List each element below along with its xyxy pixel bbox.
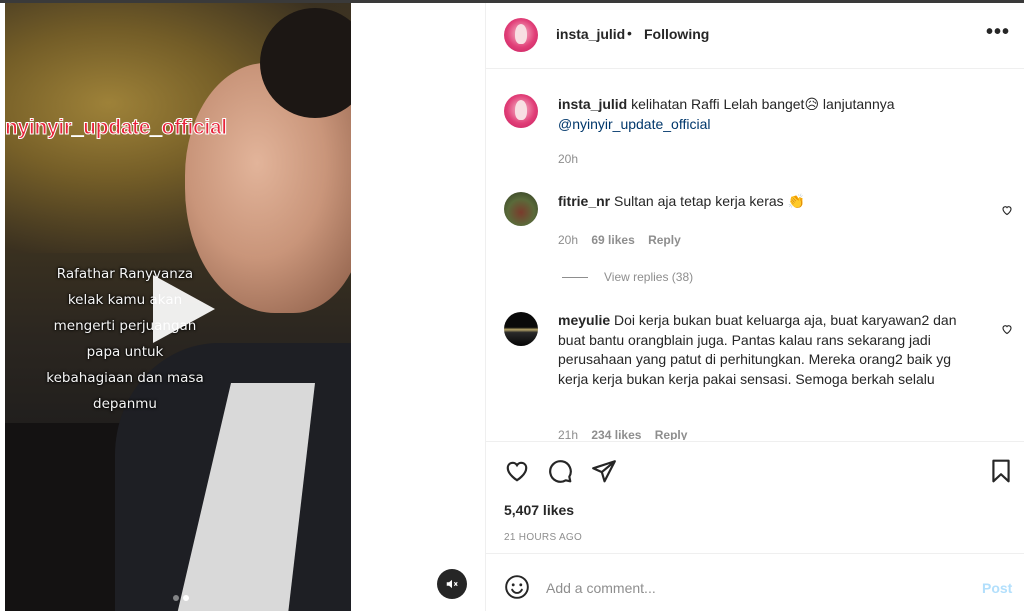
post-header: insta_julid • Following ••• bbox=[486, 3, 1024, 69]
carousel-dot bbox=[173, 595, 179, 601]
add-comment-bar: Post bbox=[486, 553, 1024, 611]
video-watermark-text: nyinyir_update_official bbox=[5, 116, 228, 140]
replies-divider bbox=[562, 276, 588, 278]
more-options-icon[interactable]: ••• bbox=[986, 21, 1010, 44]
header-username[interactable]: insta_julid bbox=[556, 26, 625, 42]
reply-button[interactable]: Reply bbox=[655, 428, 688, 440]
post-actions: 5,407 likes 21 HOURS AGO bbox=[486, 441, 1024, 553]
comment-input[interactable] bbox=[546, 580, 946, 596]
comment-like-icon[interactable] bbox=[1001, 323, 1013, 335]
post-detail-panel: insta_julid • Following ••• insta_julid … bbox=[485, 3, 1024, 611]
post-caption: insta_julid kelihatan Raffi Lelah banget… bbox=[558, 95, 973, 134]
comment-body: fitrie_nr Sultan aja tetap kerja keras 👏 bbox=[558, 192, 973, 212]
comment-likes[interactable]: 69 likes bbox=[591, 233, 634, 247]
comment-meta: 20h 69 likes Reply bbox=[558, 233, 681, 247]
carousel-indicator bbox=[173, 595, 189, 601]
avatar[interactable] bbox=[504, 18, 538, 52]
comment-text: Sultan aja tetap kerja keras 👏 bbox=[614, 193, 805, 209]
following-button[interactable]: Following bbox=[644, 26, 709, 42]
emoji-icon[interactable] bbox=[504, 574, 530, 600]
comments-list[interactable]: insta_julid kelihatan Raffi Lelah banget… bbox=[486, 70, 1024, 440]
comment-username[interactable]: fitrie_nr bbox=[558, 193, 610, 209]
mute-button[interactable] bbox=[437, 569, 467, 599]
comment-meta: 21h 234 likes Reply bbox=[558, 428, 687, 440]
caption-line: depanmu bbox=[93, 396, 157, 412]
comment-time[interactable]: 21h bbox=[558, 428, 578, 440]
separator-dot: • bbox=[627, 25, 632, 41]
comment-like-icon[interactable] bbox=[1001, 204, 1013, 216]
post-video[interactable]: nyinyir_update_official Rafathar Ranyvan… bbox=[5, 3, 351, 611]
comment-body: meyulie Doi kerja bukan buat keluarga aj… bbox=[558, 311, 973, 389]
avatar[interactable] bbox=[504, 312, 538, 346]
like-icon[interactable] bbox=[504, 458, 530, 484]
play-icon[interactable] bbox=[153, 275, 215, 343]
carousel-dot-active bbox=[183, 595, 189, 601]
comment-icon[interactable] bbox=[547, 458, 573, 484]
muted-speaker-icon bbox=[446, 579, 458, 589]
bookmark-icon[interactable] bbox=[988, 458, 1014, 484]
post-button[interactable]: Post bbox=[982, 580, 1012, 596]
mention-link[interactable]: @nyinyir_update_official bbox=[558, 116, 711, 132]
comment-text: Doi kerja bukan buat keluarga aja, buat … bbox=[558, 312, 957, 387]
comment-username[interactable]: meyulie bbox=[558, 312, 610, 328]
caption-text: kelihatan Raffi Lelah banget😥 lanjutanny… bbox=[631, 96, 895, 112]
avatar[interactable] bbox=[504, 192, 538, 226]
caption-username[interactable]: insta_julid bbox=[558, 96, 627, 112]
view-replies-button[interactable]: View replies (38) bbox=[562, 270, 693, 284]
view-replies-label: View replies (38) bbox=[604, 270, 694, 284]
caption-meta: 20h bbox=[558, 152, 578, 166]
comment-time[interactable]: 20h bbox=[558, 233, 578, 247]
likes-count[interactable]: 5,407 likes bbox=[504, 502, 574, 518]
reply-button[interactable]: Reply bbox=[648, 233, 681, 247]
share-icon[interactable] bbox=[591, 458, 617, 484]
caption-line: kebahagiaan dan masa bbox=[46, 370, 204, 386]
post-timestamp[interactable]: 21 HOURS AGO bbox=[504, 532, 582, 543]
comment-likes[interactable]: 234 likes bbox=[591, 428, 641, 440]
avatar[interactable] bbox=[504, 94, 538, 128]
caption-time[interactable]: 20h bbox=[558, 152, 578, 166]
